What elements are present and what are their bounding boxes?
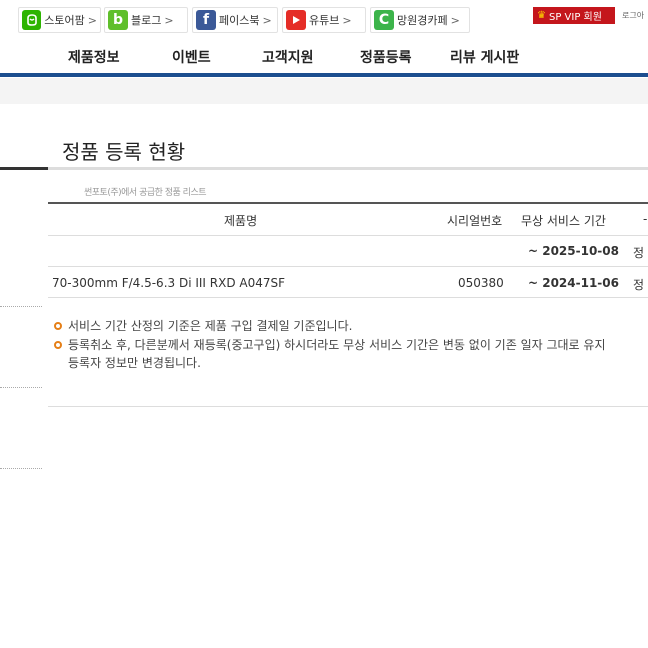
nav-item-registration[interactable]: 정품등록 — [360, 47, 412, 67]
sidebar-divider — [0, 468, 42, 469]
facebook-label: 페이스북 — [219, 14, 260, 27]
page-title: 정품 등록 현황 — [62, 140, 186, 164]
nav-item-support[interactable]: 고객지원 — [262, 47, 314, 67]
nav-item-products[interactable]: 제품정보 — [68, 47, 120, 67]
sidebar-divider — [0, 306, 42, 307]
blog-link[interactable]: b 블로그 > — [104, 7, 188, 33]
cell-service-period: ~ 2025-10-08 — [528, 244, 619, 258]
notice-text: 등록취소 후, 다른분께서 재등록(중고구입) 하시더라도 무상 서비스 기간은… — [68, 338, 606, 352]
notice-text: 서비스 기간 산정의 기준은 제품 구입 결제일 기준입니다. — [68, 319, 353, 333]
facebook-link[interactable]: f 페이스북 > — [192, 7, 278, 33]
column-header-service-period: 무상 서비스 기간 — [521, 214, 606, 228]
smartstore-link[interactable]: 스토어팜 > — [18, 7, 101, 33]
nav-item-events[interactable]: 이벤트 — [172, 47, 211, 67]
chevron-right-icon: > — [450, 13, 460, 27]
main-nav: 제품정보 이벤트 고객지원 정품등록 리뷰 게시판 — [0, 38, 648, 74]
cafe-label: 망원경카페 — [397, 14, 448, 27]
logout-link[interactable]: 로그아 — [622, 10, 644, 21]
title-underline — [48, 167, 648, 170]
cell-product: 70-300mm F/4.5-6.3 Di III RXD A047SF — [52, 276, 286, 290]
sub-menu-band — [0, 78, 648, 104]
cell-status: 정 — [633, 246, 645, 260]
notice-item: 서비스 기간 산정의 기준은 제품 구입 결제일 기준입니다. — [54, 317, 352, 334]
cell-service-period: ~ 2024-11-06 — [528, 276, 619, 290]
section-end-rule — [48, 406, 648, 407]
notice-text-continued: 등록자 정보만 변경됩니다. — [68, 356, 201, 370]
youtube-label: 유튜브 — [309, 14, 340, 27]
nav-accent-line — [0, 73, 648, 77]
blog-label: 블로그 — [131, 14, 162, 27]
bullet-icon — [54, 340, 62, 349]
blog-icon: b — [108, 10, 128, 30]
cafe-link[interactable]: C 망원경카페 > — [370, 7, 470, 33]
vip-label: SP VIP 회원 — [548, 12, 602, 23]
chevron-right-icon: > — [87, 13, 97, 27]
chevron-right-icon: > — [262, 13, 272, 27]
column-header-serial: 시리얼번호 — [447, 214, 503, 228]
facebook-icon: f — [196, 10, 216, 30]
notice-item: 등록취소 후, 다른분께서 재등록(중고구입) 하시더라도 무상 서비스 기간은… — [54, 336, 606, 353]
youtube-link[interactable]: 유튜브 > — [282, 7, 366, 33]
column-header-status: - — [643, 212, 648, 226]
crown-icon: ♛ — [537, 10, 546, 21]
sidebar-active-rule — [0, 167, 48, 170]
cafe-icon: C — [374, 10, 394, 30]
table-divider — [48, 266, 648, 267]
chevron-right-icon: > — [164, 13, 174, 27]
chevron-right-icon: > — [342, 13, 352, 27]
table-divider — [48, 235, 648, 236]
cell-serial: 050380 — [458, 276, 504, 290]
youtube-icon — [286, 10, 306, 30]
vip-member-button[interactable]: ♛ SP VIP 회원 — [533, 7, 615, 24]
smartstore-label: 스토어팜 — [44, 14, 85, 27]
sidebar-divider — [0, 387, 42, 388]
nav-item-review-board[interactable]: 리뷰 게시판 — [450, 47, 519, 67]
bullet-icon — [54, 321, 62, 330]
table-divider — [48, 297, 648, 298]
column-header-product: 제품명 — [224, 214, 258, 228]
page-subtitle: 썬포토(주)에서 공급한 정품 리스트 — [84, 188, 207, 198]
cell-status: 정 — [633, 278, 645, 292]
smartstore-icon — [22, 10, 42, 30]
table-top-border — [48, 202, 648, 204]
top-link-bar: 스토어팜 > b 블로그 > f 페이스북 > 유튜브 > C 망원경카페 > … — [0, 0, 648, 38]
